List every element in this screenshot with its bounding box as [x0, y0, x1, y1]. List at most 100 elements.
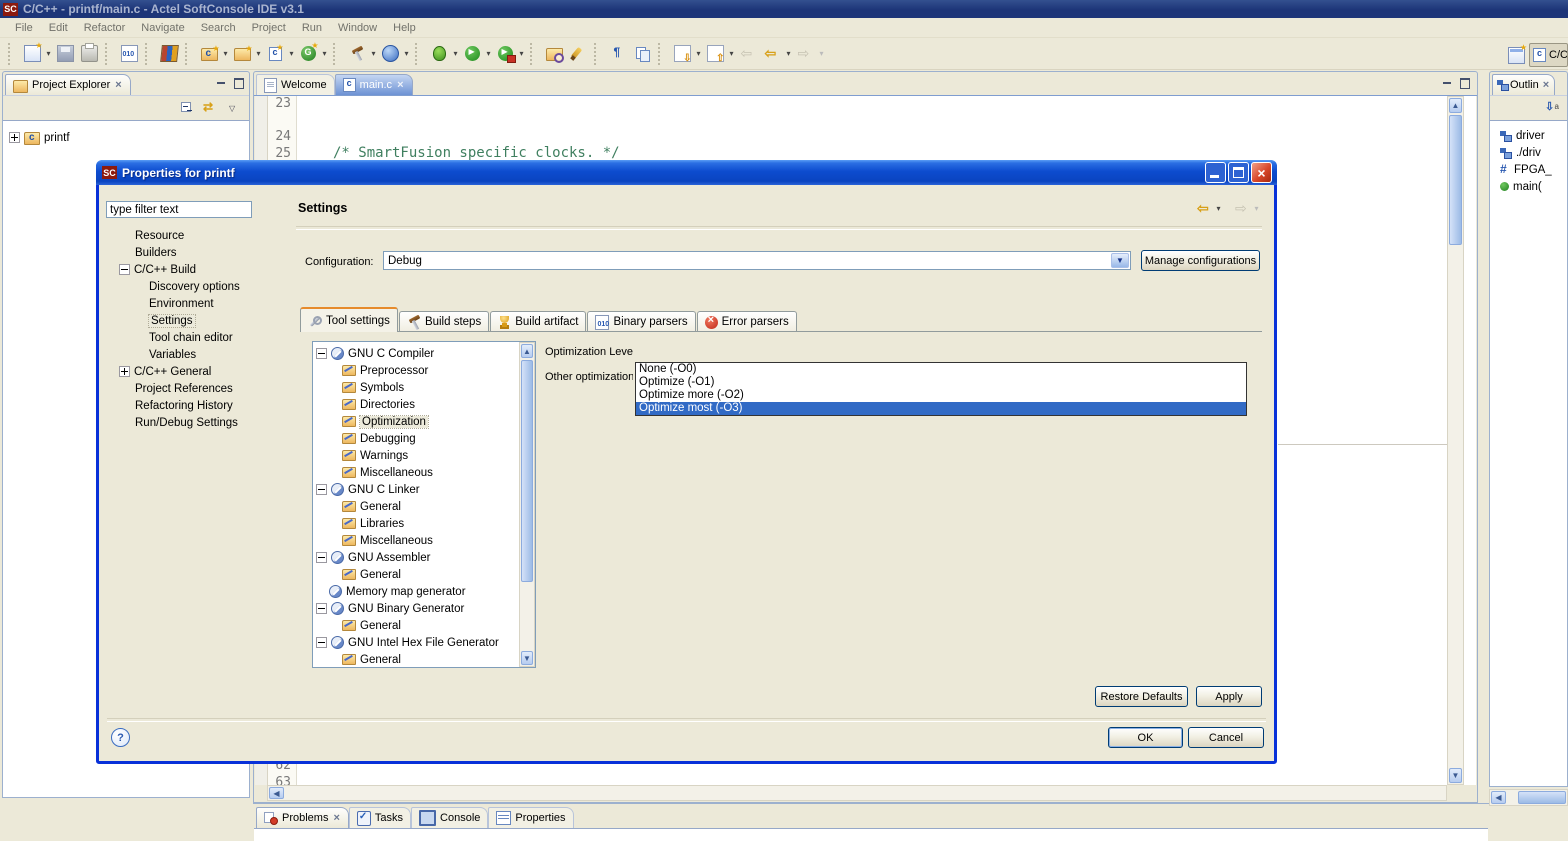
menu-help[interactable]: Help [386, 20, 423, 36]
editor-hscrollbar[interactable]: ◀ [267, 785, 1447, 801]
expand-icon[interactable] [9, 132, 20, 143]
outline-tab[interactable]: Outlin × [1492, 74, 1556, 95]
tool-gnu-assembler[interactable]: GNU Assembler [316, 549, 535, 566]
tool-gnu-intel-hex-generator[interactable]: GNU Intel Hex File Generator [316, 634, 535, 651]
scroll-thumb[interactable] [1449, 115, 1462, 245]
next-annotation-dropdown[interactable]: ▾ [694, 49, 703, 58]
scroll-down-button[interactable]: ▼ [521, 651, 533, 665]
linker-miscellaneous[interactable]: Miscellaneous [316, 532, 535, 549]
print-button[interactable] [77, 42, 101, 66]
previous-annotation-button[interactable] [703, 42, 727, 66]
build-all-dropdown[interactable]: ▾ [402, 49, 411, 58]
linker-libraries[interactable]: Libraries [316, 515, 535, 532]
tool-warnings[interactable]: Warnings [316, 447, 535, 464]
scroll-down-button[interactable]: ▼ [1449, 768, 1462, 783]
tree-item-variables[interactable]: Variables [109, 346, 289, 363]
collapse-icon[interactable] [316, 484, 327, 495]
tab-tool-settings[interactable]: Tool settings [300, 307, 398, 332]
tab-tasks[interactable]: Tasks [348, 807, 412, 828]
explorer-minimize-button[interactable] [215, 76, 226, 87]
manage-configurations-button[interactable]: Manage configurations [1141, 250, 1260, 271]
collapse-icon[interactable] [316, 603, 327, 614]
hex-generator-general[interactable]: General [316, 651, 535, 667]
run-dropdown[interactable]: ▾ [484, 49, 493, 58]
tree-item-builders[interactable]: Builders [109, 244, 289, 261]
menu-window[interactable]: Window [331, 20, 384, 36]
save-button[interactable] [53, 42, 77, 66]
option-optimize-o1[interactable]: Optimize (-O1) [636, 376, 1246, 389]
assembler-general[interactable]: General [316, 566, 535, 583]
outline-item-include[interactable]: driver [1490, 121, 1567, 144]
tab-properties[interactable]: Properties [488, 807, 574, 828]
new-dropdown-arrow[interactable]: ▾ [44, 49, 53, 58]
generate-button[interactable] [296, 41, 320, 66]
collapse-icon[interactable] [119, 264, 130, 275]
tool-gnu-c-compiler[interactable]: GNU C Compiler [316, 345, 535, 362]
tree-item-resource[interactable]: Resource [109, 227, 289, 244]
cancel-button[interactable]: Cancel [1188, 727, 1264, 748]
expand-icon[interactable] [119, 366, 130, 377]
help-button[interactable]: ? [111, 728, 130, 747]
ok-button[interactable]: OK [1108, 727, 1183, 748]
dialog-back-button[interactable] [1197, 200, 1212, 217]
menu-navigate[interactable]: Navigate [134, 20, 191, 36]
tab-error-parsers[interactable]: Error parsers [696, 311, 797, 332]
generate-dropdown[interactable]: ▾ [320, 49, 329, 58]
show-whitespace-button[interactable] [606, 42, 630, 66]
new-project-button[interactable] [230, 42, 254, 66]
new-c-project-dropdown[interactable]: ▾ [221, 49, 230, 58]
new-c-project-button[interactable] [197, 42, 221, 66]
debug-button[interactable] [427, 42, 451, 66]
scroll-up-button[interactable]: ▲ [1449, 98, 1462, 113]
tree-item-discovery-options[interactable]: Discovery options [109, 278, 289, 295]
linker-general[interactable]: General [316, 498, 535, 515]
tab-problems[interactable]: Problems × [256, 807, 349, 828]
new-wizard-button[interactable] [20, 41, 44, 66]
menu-edit[interactable]: Edit [42, 20, 75, 36]
previous-annotation-dropdown[interactable]: ▾ [727, 49, 736, 58]
new-project-dropdown[interactable]: ▾ [254, 49, 263, 58]
configuration-combo[interactable]: Debug ▼ [383, 251, 1131, 270]
mark-occurrences-button[interactable] [566, 42, 590, 66]
tool-directories[interactable]: Directories [316, 396, 535, 413]
library-button[interactable] [157, 42, 181, 66]
tab-main-c[interactable]: main.c × [334, 74, 413, 95]
tool-optimization[interactable]: Optimization [316, 413, 535, 430]
window-titlebar[interactable]: SC C/C++ - printf/main.c - Actel SoftCon… [0, 0, 1568, 18]
collapse-icon[interactable] [316, 637, 327, 648]
open-perspective-button[interactable] [1508, 43, 1527, 67]
tab-binary-parsers[interactable]: Binary parsers [587, 311, 696, 332]
build-dropdown[interactable]: ▾ [369, 49, 378, 58]
tree-item-cpp-general[interactable]: C/C++ General [109, 363, 289, 380]
menu-search[interactable]: Search [194, 20, 243, 36]
outline-item-include[interactable]: ./driv [1490, 144, 1567, 161]
collapse-icon[interactable] [316, 348, 327, 359]
tab-console[interactable]: Console [411, 807, 489, 828]
restore-defaults-button[interactable]: Restore Defaults [1095, 686, 1188, 707]
explorer-maximize-button[interactable] [232, 76, 244, 89]
outline-hscrollbar[interactable]: ◀ [1489, 789, 1568, 806]
external-tools-button[interactable] [493, 42, 517, 66]
tree-item-project-references[interactable]: Project References [109, 380, 289, 397]
dialog-titlebar[interactable]: SC Properties for printf × [96, 160, 1277, 185]
binary-file-button[interactable] [117, 42, 141, 66]
forward-button[interactable] [793, 42, 817, 66]
explorer-tab[interactable]: Project Explorer × [5, 74, 131, 95]
external-tools-dropdown[interactable]: ▾ [517, 49, 526, 58]
back-dropdown[interactable]: ▾ [784, 49, 793, 58]
build-button[interactable] [345, 42, 369, 66]
tab-welcome[interactable]: Welcome [256, 74, 335, 95]
tool-preprocessor[interactable]: Preprocessor [316, 362, 535, 379]
tool-gnu-c-linker[interactable]: GNU C Linker [316, 481, 535, 498]
sort-button[interactable] [1544, 100, 1559, 115]
new-source-file-button[interactable] [263, 42, 287, 66]
link-with-editor-button[interactable] [203, 100, 219, 115]
tree-item-cpp-build[interactable]: C/C++ Build [109, 261, 289, 278]
option-optimize-most-o3[interactable]: Optimize most (-O3) [636, 402, 1246, 415]
scroll-left-button[interactable]: ◀ [1491, 791, 1506, 804]
editor-minimize-button[interactable] [1441, 76, 1452, 87]
tool-settings-tree[interactable]: GNU C Compiler Preprocessor Symbols Dire… [312, 341, 536, 668]
scroll-thumb[interactable] [521, 360, 533, 582]
tree-item-refactoring-history[interactable]: Refactoring History [109, 397, 289, 414]
explorer-project-row[interactable]: printf [3, 121, 249, 146]
